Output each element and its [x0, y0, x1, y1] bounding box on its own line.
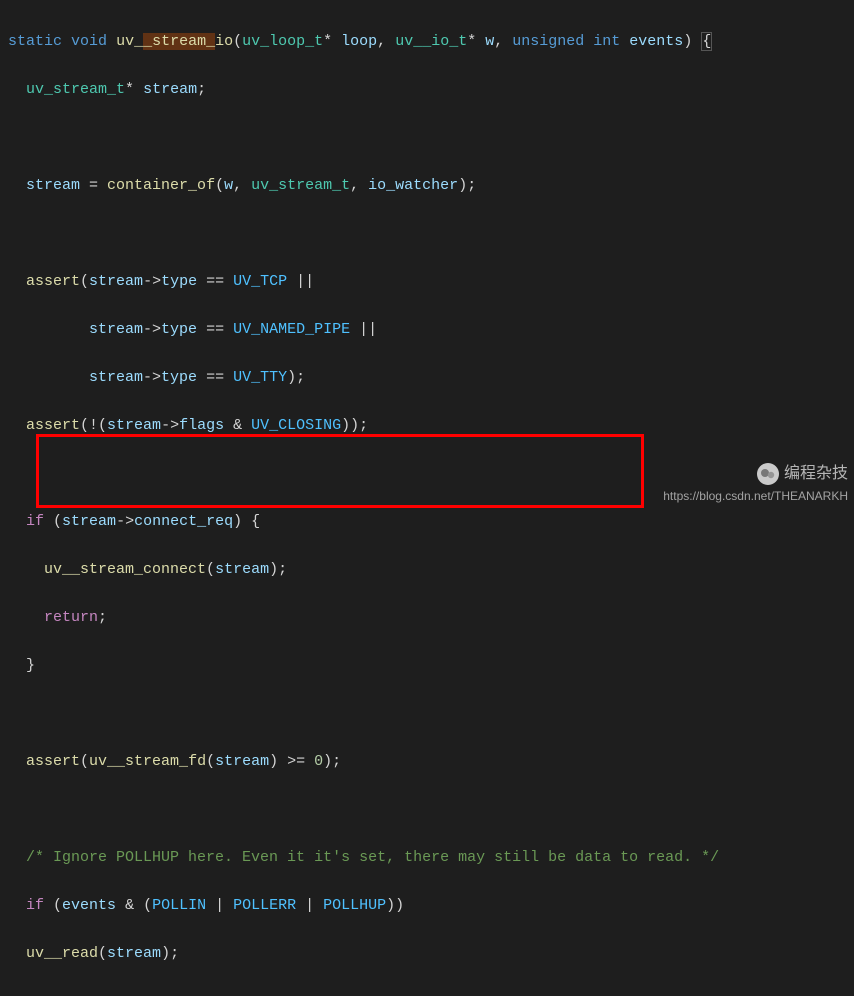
code-line: stream->type == UV_TTY);: [8, 366, 854, 390]
function-name: uv__stream_io: [116, 33, 233, 50]
wechat-icon: [756, 462, 780, 486]
watermark-url: https://blog.csdn.net/THEANARKH: [663, 487, 848, 506]
watermark: 编程杂技 https://blog.csdn.net/THEANARKH: [663, 461, 848, 506]
code-line: return;: [8, 606, 854, 630]
comment-text: /* Ignore POLLHUP here. Even it it's set…: [26, 849, 719, 866]
code-line: assert(uv__stream_fd(stream) >= 0);: [8, 750, 854, 774]
code-line: uv_stream_t* stream;: [8, 78, 854, 102]
code-line: static void uv__stream_io(uv_loop_t* loo…: [8, 30, 854, 54]
code-line: [8, 702, 854, 726]
code-line: [8, 798, 854, 822]
code-line: uv__stream_connect(stream);: [8, 558, 854, 582]
code-line: [8, 126, 854, 150]
code-line: [8, 222, 854, 246]
code-line: stream = container_of(w, uv_stream_t, io…: [8, 174, 854, 198]
code-line: if (events & (POLLIN | POLLERR | POLLHUP…: [8, 894, 854, 918]
code-line: stream->type == UV_NAMED_PIPE ||: [8, 318, 854, 342]
code-line: /* Ignore POLLHUP here. Even it it's set…: [8, 846, 854, 870]
code-line: }: [8, 654, 854, 678]
code-line: uv__read(stream);: [8, 942, 854, 966]
code-line: if (stream->connect_req) {: [8, 510, 854, 534]
watermark-title: 编程杂技: [663, 461, 848, 487]
code-line: assert(stream->type == UV_TCP ||: [8, 270, 854, 294]
code-line: assert(!(stream->flags & UV_CLOSING));: [8, 414, 854, 438]
